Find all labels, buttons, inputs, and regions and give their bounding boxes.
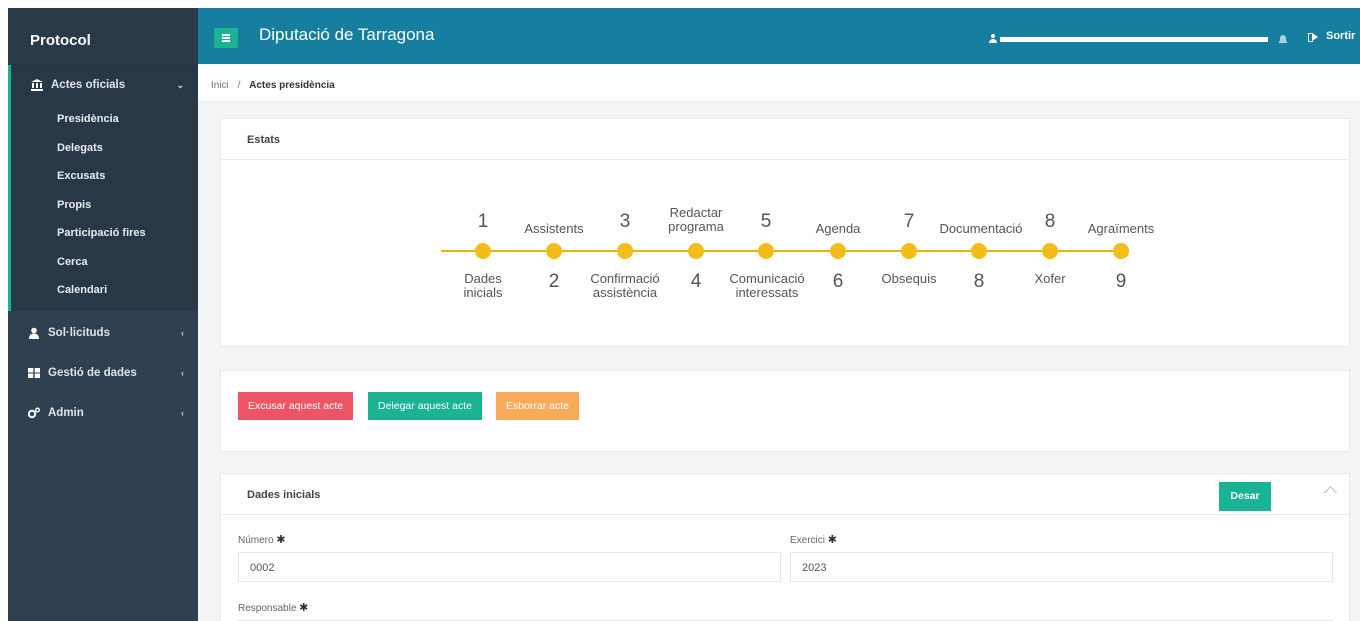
- numero-label: Número ✱: [238, 533, 286, 546]
- exercici-label-text: Exercici: [790, 535, 826, 546]
- chevron-left-icon: ‹: [181, 407, 184, 418]
- sidebar-item-sollicituds[interactable]: Sol·licituds ‹: [8, 313, 198, 353]
- sidebar-item-actes-oficials[interactable]: Actes oficials ⌄: [11, 65, 198, 105]
- step-number: 8: [1044, 211, 1056, 232]
- table-icon: [28, 367, 40, 378]
- step-number: 3: [619, 211, 631, 232]
- panel-title: Dades inicials: [247, 489, 321, 501]
- sidebar-subitem-excusats[interactable]: Excusats: [11, 162, 198, 191]
- step-dot-3[interactable]: [617, 243, 633, 259]
- step-label: Confirmació assistència: [590, 271, 660, 300]
- brand-title: Protocol: [8, 8, 198, 65]
- logout-link[interactable]: Sortir: [1308, 30, 1355, 42]
- step-label: Agenda: [815, 221, 861, 236]
- sidebar-subitem-participacio-fires[interactable]: Participació fires: [11, 219, 198, 248]
- breadcrumb-home[interactable]: Inici: [211, 80, 229, 91]
- dades-inicials-title: Dades inicials Desar: [221, 474, 1349, 515]
- step-number: 9: [1115, 271, 1127, 292]
- menu-toggle-button[interactable]: [214, 28, 238, 48]
- required-asterisk-icon: ✱: [827, 534, 838, 546]
- top-header: Diputació de Tarragona Sortir: [198, 8, 1360, 64]
- step-dot-4[interactable]: [688, 243, 704, 259]
- bell-icon[interactable]: [1278, 34, 1288, 44]
- step-number: 5: [760, 211, 772, 232]
- chevron-left-icon: ‹: [181, 367, 184, 378]
- responsable-label: Responsable ✱: [238, 601, 308, 614]
- responsable-label-text: Responsable: [238, 603, 297, 614]
- exercici-label: Exercici ✱: [790, 533, 837, 546]
- sidebar: Protocol Actes oficials ⌄ Presidència De…: [8, 8, 198, 621]
- numero-label-text: Número: [238, 535, 274, 546]
- step-dot-2[interactable]: [546, 243, 562, 259]
- nav-group-actes-oficials: Actes oficials ⌄ Presidència Delegats Ex…: [8, 65, 198, 311]
- excusar-acte-button[interactable]: Excusar aquest acte: [238, 392, 354, 420]
- esborrar-acte-button[interactable]: Esborrar acte: [496, 392, 580, 420]
- stepper-line: [441, 250, 1121, 252]
- breadcrumb: Inici / Actes presidència: [198, 64, 1360, 102]
- sidebar-subitem-cerca[interactable]: Cerca: [11, 248, 198, 277]
- step-number: 7: [903, 211, 915, 232]
- bank-icon: [31, 79, 43, 91]
- save-button[interactable]: Desar: [1219, 482, 1271, 511]
- sidebar-subitem-delegats[interactable]: Delegats: [11, 134, 198, 163]
- dades-inicials-panel: Dades inicials Desar Número ✱ 0002 Exerc…: [220, 473, 1350, 621]
- chevron-down-icon: ⌄: [176, 79, 184, 90]
- chevron-left-icon: ‹: [181, 327, 184, 338]
- step-dot-5[interactable]: [758, 243, 774, 259]
- delegar-acte-button[interactable]: Delegar aquest acte: [368, 392, 482, 420]
- step-label: Redactar programa: [668, 205, 724, 234]
- app-frame: Protocol Actes oficials ⌄ Presidència De…: [8, 8, 1360, 621]
- step-dot-6[interactable]: [830, 243, 846, 259]
- step-number: 1: [477, 211, 489, 232]
- user-icon: [988, 34, 998, 44]
- required-asterisk-icon: ✱: [276, 534, 286, 546]
- estats-panel: Estats 1 Dades inicials Assistents 2 3 C…: [220, 118, 1350, 347]
- hamburger-icon: [222, 37, 230, 39]
- redacted-username: [1000, 36, 1268, 42]
- actions-panel: Excusar aquest acte Delegar aquest acte …: [220, 370, 1350, 452]
- sidebar-item-admin[interactable]: Admin ‹: [8, 393, 198, 433]
- step-number: 4: [690, 271, 702, 292]
- sidebar-subitem-propis[interactable]: Propis: [11, 191, 198, 220]
- sidebar-item-gestio-dades[interactable]: Gestió de dades ‹: [8, 353, 198, 393]
- logout-label: Sortir: [1326, 30, 1356, 42]
- step-dot-1[interactable]: [475, 243, 491, 259]
- numero-field[interactable]: 0002: [238, 552, 781, 582]
- step-label: Dades inicials: [463, 271, 503, 300]
- step-dot-8[interactable]: [971, 243, 987, 259]
- sidebar-item-label: Actes oficials: [51, 79, 126, 91]
- chevron-up-icon[interactable]: [1324, 486, 1337, 499]
- app-title: Diputació de Tarragona: [259, 25, 435, 44]
- sidebar-item-label: Sol·licituds: [48, 326, 110, 339]
- user-info[interactable]: [988, 34, 1288, 44]
- step-dot-7[interactable]: [901, 243, 917, 259]
- step-label: Documentació: [939, 221, 1023, 236]
- step-label: Xofer: [1034, 271, 1066, 286]
- step-label: Agraïments: [1087, 221, 1155, 236]
- sidebar-subitem-calendari[interactable]: Calendari: [11, 276, 198, 305]
- step-number: 6: [832, 271, 844, 292]
- step-label: Comunicació interessats: [729, 271, 805, 300]
- exercici-field[interactable]: 2023: [790, 552, 1333, 582]
- step-dot-9[interactable]: [1042, 243, 1058, 259]
- step-dot-10[interactable]: [1113, 243, 1129, 259]
- breadcrumb-separator: /: [237, 80, 241, 91]
- breadcrumb-current: Actes presidència: [249, 80, 335, 91]
- step-label: Obsequis: [881, 271, 937, 286]
- sidebar-item-label: Admin: [48, 406, 84, 419]
- status-stepper: 1 Dades inicials Assistents 2 3 Confirma…: [221, 119, 1349, 345]
- step-number: 8: [973, 271, 985, 292]
- required-asterisk-icon: ✱: [299, 602, 309, 614]
- step-label: Assistents: [524, 221, 584, 236]
- sidebar-item-label: Gestió de dades: [48, 366, 137, 379]
- user-icon: [29, 327, 39, 339]
- step-number: 2: [548, 271, 560, 292]
- sign-out-icon: [1308, 32, 1319, 42]
- cogs-icon: [28, 407, 40, 418]
- sidebar-subitem-presidencia[interactable]: Presidència: [11, 105, 198, 134]
